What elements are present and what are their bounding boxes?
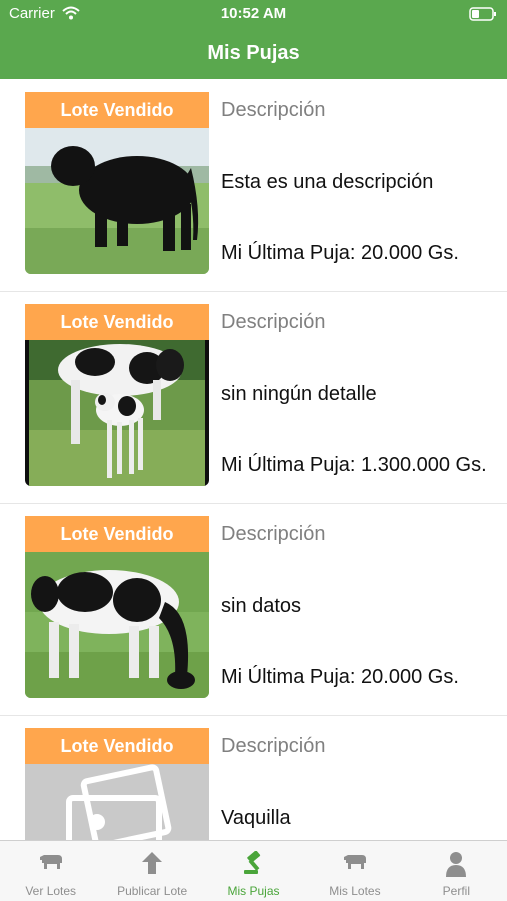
lot-photo (25, 128, 209, 274)
description-label: Descripción (221, 523, 326, 545)
description-text: Esta es una descripción (221, 171, 434, 193)
description-label: Descripción (221, 735, 326, 757)
page-title: Mis Pujas (207, 42, 300, 64)
last-bid-text: Mi Última Puja: 20.000 Gs. (221, 666, 459, 688)
description-text: sin ningún detalle (221, 383, 377, 405)
description-label: Descripción (221, 311, 326, 333)
description-text: sin datos (221, 595, 302, 617)
tab-label: Ver Lotes (25, 884, 77, 898)
battery-icon (469, 7, 497, 25)
tab-label: Mis Lotes (329, 884, 381, 898)
cow-icon (304, 851, 405, 877)
lot-photo (25, 552, 209, 698)
sold-badge: Lote Vendido (25, 516, 209, 552)
bid-card[interactable]: Lote Vendido Descripción sin ningún deta… (0, 292, 507, 504)
tab-label: Perfil (442, 884, 470, 898)
person-icon (406, 851, 507, 877)
tab-label: Publicar Lote (117, 884, 188, 898)
placeholder-photo-icon (25, 764, 209, 840)
tab-mis-lotes[interactable]: Mis Lotes (304, 841, 405, 901)
bids-list[interactable]: Lote Vendido Descripción Esta es una des… (0, 80, 507, 840)
tab-label: Mis Pujas (227, 884, 280, 898)
sold-badge: Lote Vendido (25, 304, 209, 340)
gavel-icon (203, 851, 304, 877)
bid-card[interactable]: Lote Vendido Descripción sin datos Mi Úl… (0, 504, 507, 716)
status-bar: Carrier 10:52 AM (0, 0, 507, 28)
lot-photo (25, 340, 209, 486)
sold-badge: Lote Vendido (25, 92, 209, 128)
tab-mis-pujas[interactable]: Mis Pujas (203, 841, 304, 901)
tab-ver-lotes[interactable]: Ver Lotes (0, 841, 101, 901)
tab-bar: Ver Lotes Publicar Lote Mis Pujas Mis Lo… (0, 840, 507, 901)
bid-card[interactable]: Lote Vendido Descripción Vaquilla (0, 716, 507, 840)
description-label: Descripción (221, 99, 326, 121)
last-bid-text: Mi Última Puja: 1.300.000 Gs. (221, 454, 487, 476)
upload-arrow-icon (101, 851, 202, 877)
description-text: Vaquilla (221, 807, 291, 829)
tab-publicar-lote[interactable]: Publicar Lote (101, 841, 202, 901)
tab-perfil[interactable]: Perfil (406, 841, 507, 901)
cow-icon (0, 851, 101, 877)
last-bid-text: Mi Última Puja: 20.000 Gs. (221, 242, 459, 264)
sold-badge: Lote Vendido (25, 728, 209, 764)
navigation-bar: Mis Pujas (0, 28, 507, 79)
bid-card[interactable]: Lote Vendido Descripción Esta es una des… (0, 80, 507, 292)
clock: 10:52 AM (220, 5, 287, 22)
